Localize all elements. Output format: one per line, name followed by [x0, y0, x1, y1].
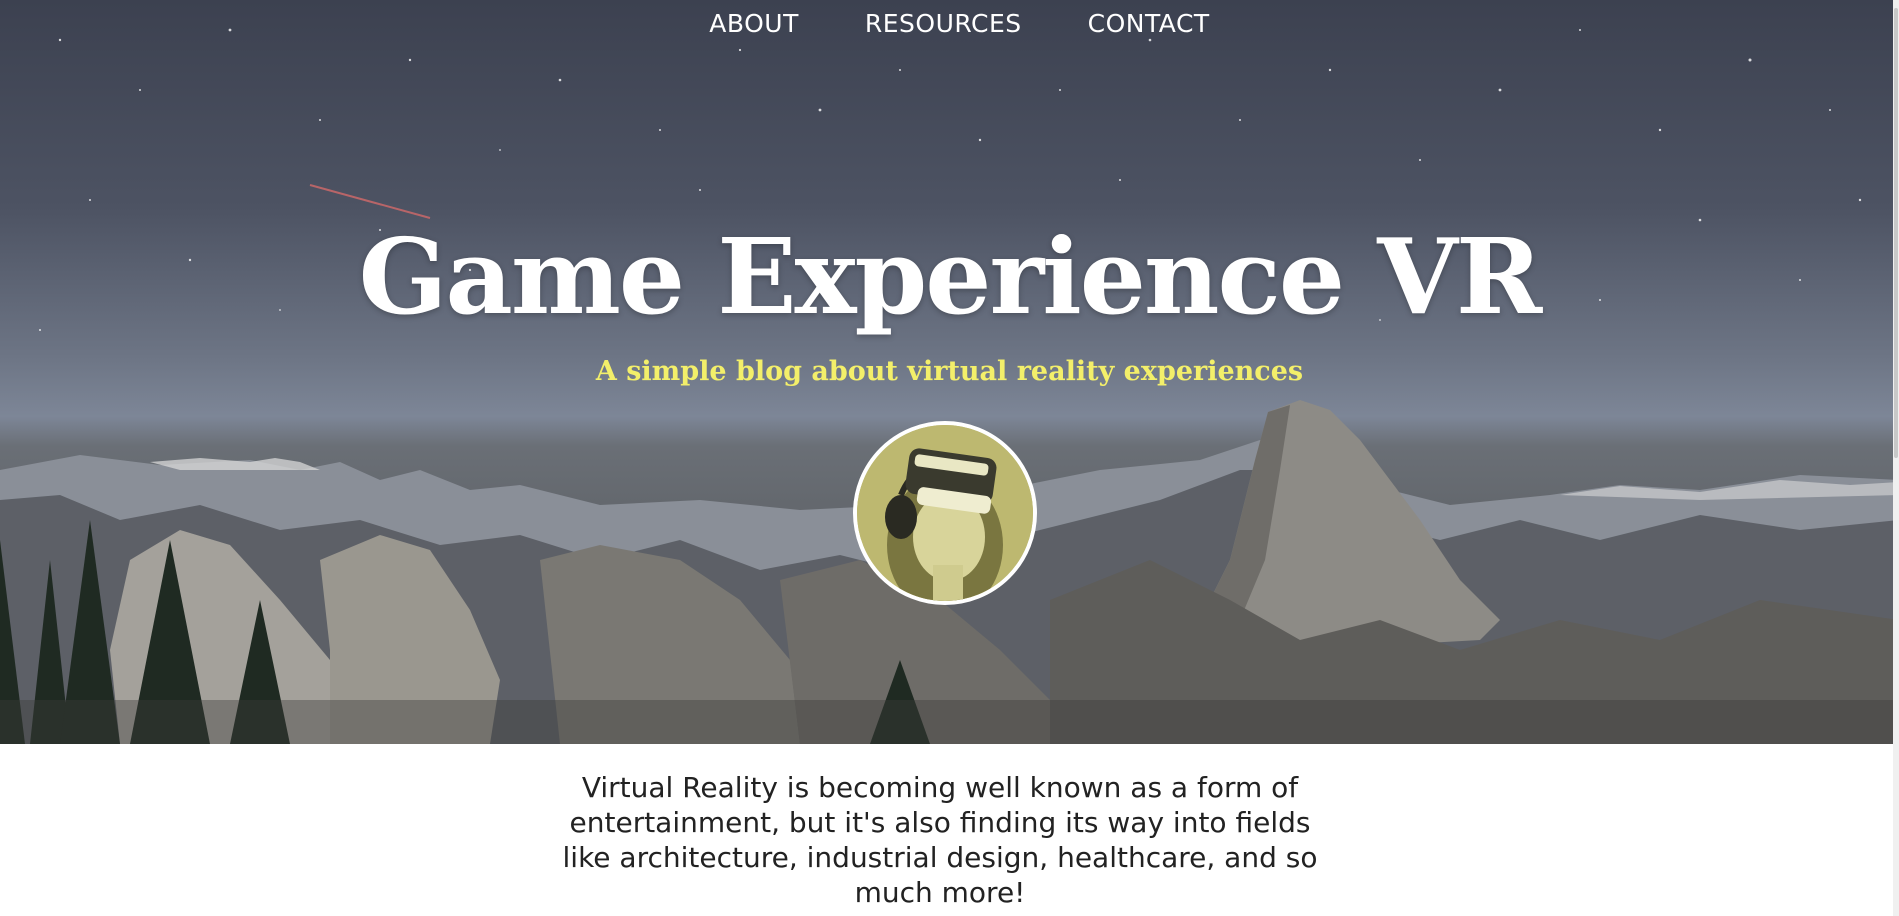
scrollbar-thumb[interactable] — [1894, 8, 1898, 458]
intro-paragraph: Virtual Reality is becoming well known a… — [562, 771, 1318, 909]
nav-link-about[interactable]: ABOUT — [709, 6, 799, 42]
site-subtitle: A simple blog about virtual reality expe… — [595, 356, 1304, 387]
vr-headset-user-avatar — [853, 421, 1037, 605]
hero-banner: ABOUT RESOURCES CONTACT Game Experience … — [0, 0, 1899, 744]
nav-link-resources[interactable]: RESOURCES — [865, 6, 1022, 42]
page: ABOUT RESOURCES CONTACT Game Experience … — [0, 0, 1899, 916]
nav-link-contact[interactable]: CONTACT — [1088, 6, 1210, 42]
vr-headset-icon — [857, 425, 1033, 601]
main-nav: ABOUT RESOURCES CONTACT — [0, 6, 1899, 42]
page-scrollbar[interactable] — [1893, 0, 1899, 916]
site-title: Game Experience VR — [358, 215, 1543, 338]
